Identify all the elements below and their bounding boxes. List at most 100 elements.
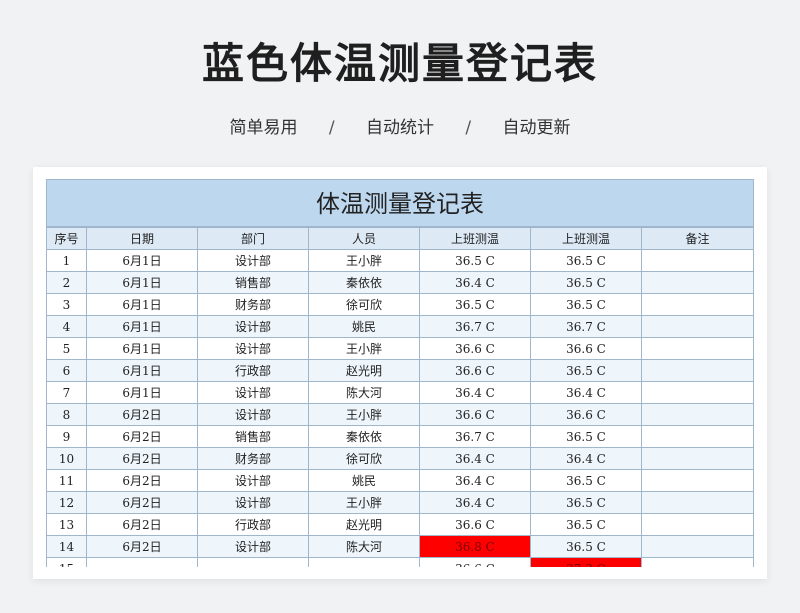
col-header-dept[interactable]: 部门 <box>197 227 309 250</box>
cell-note[interactable] <box>641 535 754 558</box>
cell-temp-1[interactable]: 36.4 C <box>419 381 531 404</box>
cell-dept[interactable] <box>197 557 309 567</box>
cell-person[interactable]: 姚民 <box>308 469 420 492</box>
cell-person[interactable]: 陈大河 <box>308 381 420 404</box>
cell-temp-2[interactable]: 36.5 C <box>530 249 642 272</box>
cell-no[interactable]: 12 <box>46 491 87 514</box>
cell-dept[interactable]: 设计部 <box>197 381 309 404</box>
cell-date[interactable]: 6月1日 <box>86 381 198 404</box>
cell-no[interactable]: 14 <box>46 535 87 558</box>
cell-no[interactable]: 8 <box>46 403 87 426</box>
cell-temp-1[interactable]: 36.7 C <box>419 315 531 338</box>
cell-date[interactable]: 6月2日 <box>86 491 198 514</box>
cell-person[interactable]: 徐可欣 <box>308 447 420 470</box>
cell-dept[interactable]: 设计部 <box>197 337 309 360</box>
cell-temp-1[interactable]: 36.6 C <box>419 337 531 360</box>
cell-date[interactable]: 6月1日 <box>86 315 198 338</box>
cell-person[interactable]: 王小胖 <box>308 491 420 514</box>
cell-date[interactable]: 6月1日 <box>86 337 198 360</box>
cell-no[interactable]: 13 <box>46 513 87 536</box>
cell-temp-2[interactable]: 36.5 C <box>530 469 642 492</box>
cell-temp-2[interactable]: 36.4 C <box>530 447 642 470</box>
cell-note[interactable] <box>641 491 754 514</box>
cell-note[interactable] <box>641 513 754 536</box>
cell-person[interactable]: 陈大河 <box>308 535 420 558</box>
cell-temp-2[interactable]: 36.5 C <box>530 359 642 382</box>
cell-no[interactable]: 3 <box>46 293 87 316</box>
col-header-note[interactable]: 备注 <box>641 227 754 250</box>
cell-no[interactable]: 9 <box>46 425 87 448</box>
cell-person[interactable]: 赵光明 <box>308 513 420 536</box>
cell-temp-2[interactable]: 36.6 C <box>530 337 642 360</box>
cell-person[interactable]: 姚民 <box>308 315 420 338</box>
cell-note[interactable] <box>641 447 754 470</box>
cell-note[interactable] <box>641 315 754 338</box>
cell-temp-1[interactable]: 36.6 C <box>419 557 531 567</box>
cell-temp-2[interactable]: 36.5 C <box>530 513 642 536</box>
cell-temp-1[interactable]: 36.6 C <box>419 513 531 536</box>
cell-note[interactable] <box>641 469 754 492</box>
cell-dept[interactable]: 财务部 <box>197 293 309 316</box>
cell-temp-1[interactable]: 36.8 C <box>419 535 531 558</box>
cell-date[interactable]: 6月2日 <box>86 535 198 558</box>
cell-temp-1[interactable]: 36.4 C <box>419 491 531 514</box>
cell-no[interactable]: 15 <box>46 557 87 567</box>
cell-dept[interactable]: 行政部 <box>197 513 309 536</box>
cell-person[interactable] <box>308 557 420 567</box>
cell-no[interactable]: 5 <box>46 337 87 360</box>
col-header-temp-2[interactable]: 上班测温 <box>530 227 642 250</box>
cell-date[interactable]: 6月2日 <box>86 469 198 492</box>
cell-person[interactable]: 秦依依 <box>308 271 420 294</box>
cell-note[interactable] <box>641 359 754 382</box>
cell-temp-1[interactable]: 36.6 C <box>419 359 531 382</box>
cell-date[interactable]: 6月1日 <box>86 293 198 316</box>
cell-temp-1[interactable]: 36.4 C <box>419 447 531 470</box>
cell-person[interactable]: 赵光明 <box>308 359 420 382</box>
cell-temp-1[interactable]: 36.4 C <box>419 469 531 492</box>
cell-temp-1[interactable]: 36.6 C <box>419 403 531 426</box>
cell-dept[interactable]: 设计部 <box>197 491 309 514</box>
cell-person[interactable]: 王小胖 <box>308 403 420 426</box>
cell-no[interactable]: 6 <box>46 359 87 382</box>
cell-note[interactable] <box>641 425 754 448</box>
cell-temp-2[interactable]: 37.3 C <box>530 557 642 567</box>
cell-dept[interactable]: 销售部 <box>197 425 309 448</box>
col-header-temp-1[interactable]: 上班测温 <box>419 227 531 250</box>
cell-date[interactable]: 6月2日 <box>86 425 198 448</box>
cell-note[interactable] <box>641 293 754 316</box>
cell-dept[interactable]: 设计部 <box>197 403 309 426</box>
col-header-person[interactable]: 人员 <box>308 227 420 250</box>
cell-date[interactable] <box>86 557 198 567</box>
cell-no[interactable]: 2 <box>46 271 87 294</box>
cell-temp-2[interactable]: 36.5 C <box>530 271 642 294</box>
cell-dept[interactable]: 行政部 <box>197 359 309 382</box>
cell-note[interactable] <box>641 557 754 567</box>
cell-note[interactable] <box>641 403 754 426</box>
cell-dept[interactable]: 设计部 <box>197 249 309 272</box>
cell-date[interactable]: 6月2日 <box>86 447 198 470</box>
cell-date[interactable]: 6月1日 <box>86 249 198 272</box>
cell-no[interactable]: 10 <box>46 447 87 470</box>
cell-dept[interactable]: 财务部 <box>197 447 309 470</box>
cell-date[interactable]: 6月1日 <box>86 271 198 294</box>
cell-date[interactable]: 6月1日 <box>86 359 198 382</box>
cell-person[interactable]: 王小胖 <box>308 249 420 272</box>
cell-no[interactable]: 4 <box>46 315 87 338</box>
cell-temp-2[interactable]: 36.5 C <box>530 535 642 558</box>
cell-note[interactable] <box>641 337 754 360</box>
cell-temp-2[interactable]: 36.7 C <box>530 315 642 338</box>
cell-temp-2[interactable]: 36.6 C <box>530 403 642 426</box>
cell-date[interactable]: 6月2日 <box>86 403 198 426</box>
cell-no[interactable]: 11 <box>46 469 87 492</box>
cell-note[interactable] <box>641 381 754 404</box>
cell-date[interactable]: 6月2日 <box>86 513 198 536</box>
cell-person[interactable]: 王小胖 <box>308 337 420 360</box>
cell-dept[interactable]: 设计部 <box>197 469 309 492</box>
cell-temp-1[interactable]: 36.5 C <box>419 249 531 272</box>
col-header-no[interactable]: 序号 <box>46 227 87 250</box>
cell-no[interactable]: 7 <box>46 381 87 404</box>
cell-dept[interactable]: 设计部 <box>197 535 309 558</box>
cell-dept[interactable]: 销售部 <box>197 271 309 294</box>
cell-temp-2[interactable]: 36.5 C <box>530 293 642 316</box>
cell-temp-1[interactable]: 36.5 C <box>419 293 531 316</box>
